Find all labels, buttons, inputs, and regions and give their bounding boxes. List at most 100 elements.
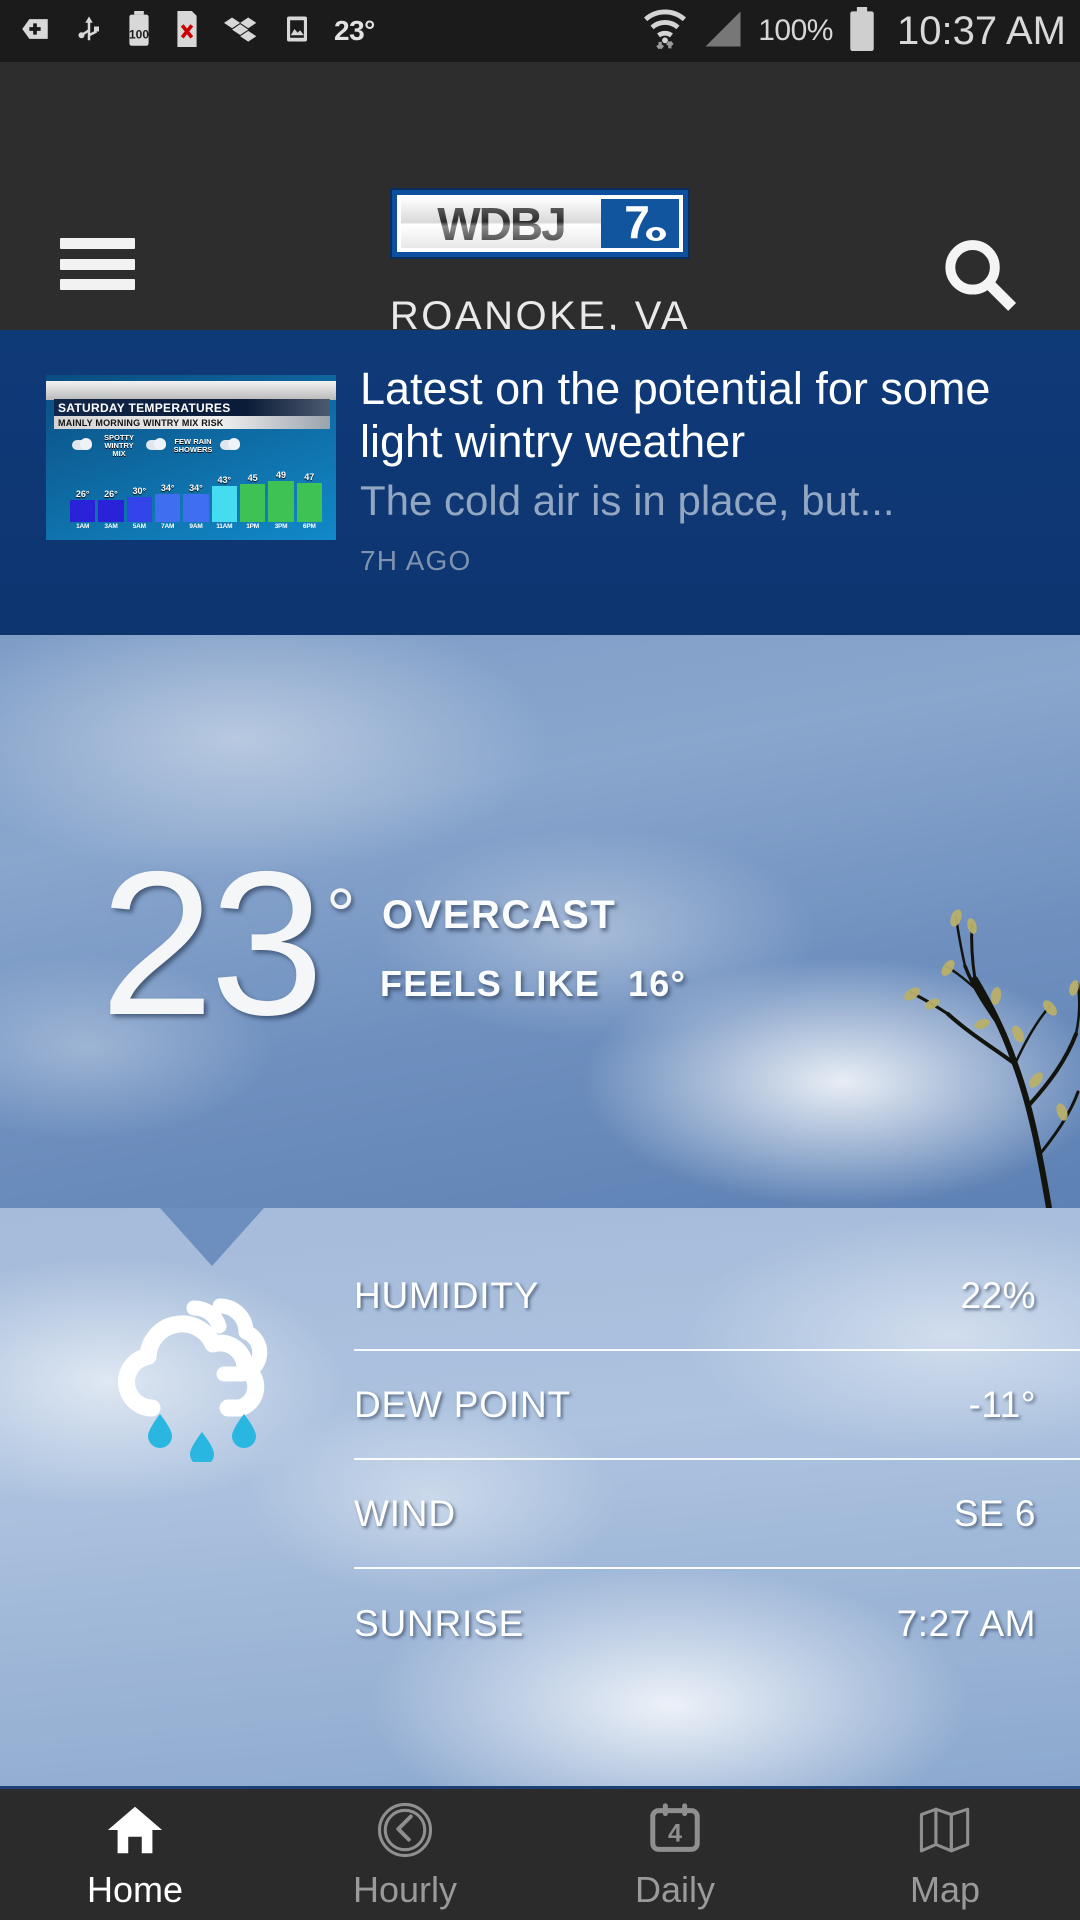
nav-label-map: Map bbox=[909, 1868, 981, 1910]
detail-value: -11° bbox=[968, 1383, 1036, 1425]
dropbox-icon bbox=[222, 12, 260, 51]
status-bar-right-icons: 100% 10:37 AM bbox=[642, 6, 1066, 56]
chart-bar: 45 1PM bbox=[239, 458, 266, 530]
current-condition-label: OVERCAST bbox=[382, 893, 617, 937]
chart-bar: 43° 11AM bbox=[211, 458, 237, 530]
app-header: WDBJ 7 ROANOKE, VA bbox=[0, 62, 1080, 338]
thumbnail-temperature-chart: 26° 1AM 26° 3AM 30° 5AM 34° 7AM 34° 9AM 43° 11AM 45 1… bbox=[70, 458, 322, 530]
status-bar-left-icons: 100 23° bbox=[18, 10, 642, 52]
chart-bar-rect bbox=[268, 481, 294, 522]
screenshot-icon bbox=[282, 12, 312, 51]
chart-bar-label: 3PM bbox=[274, 523, 288, 530]
chart-bar-rect bbox=[239, 484, 266, 522]
chart-bar-value: 49 bbox=[275, 470, 286, 480]
chart-bar-rect bbox=[98, 500, 124, 522]
status-bar: 100 23° 100% 10:37 AM bbox=[0, 0, 1080, 62]
chart-bar-value: 26° bbox=[104, 489, 118, 499]
chart-bar-value: 34° bbox=[160, 483, 175, 493]
news-headline: Latest on the potential for some light w… bbox=[360, 363, 991, 468]
thumbnail-subtitle: MAINLY MORNING WINTRY MIX RISK bbox=[54, 416, 330, 429]
thumbnail-top-band bbox=[46, 381, 336, 400]
wifi-icon bbox=[642, 8, 688, 55]
chart-bar: 34° 9AM bbox=[183, 458, 209, 530]
chart-bar-label: 6PM bbox=[302, 523, 316, 530]
clock-icon bbox=[376, 1799, 434, 1861]
detail-label: SUNRISE bbox=[354, 1602, 525, 1644]
status-bar-temperature: 23° bbox=[334, 15, 375, 46]
chart-bar-value: 47 bbox=[304, 472, 315, 482]
feels-like-label: FEELS LIKE bbox=[380, 963, 601, 1004]
bottom-navigation-bar: Home Hourly 4 Daily Map bbox=[0, 1786, 1080, 1920]
detail-label: DEW POINT bbox=[354, 1383, 571, 1425]
chart-bar: 34° 7AM bbox=[154, 458, 181, 530]
chart-bar-rect bbox=[126, 497, 152, 522]
chart-bar-rect bbox=[154, 494, 181, 522]
news-banner[interactable]: SATURDAY TEMPERATURES MAINLY MORNING WIN… bbox=[0, 330, 1080, 635]
weather-details-card[interactable]: HUMIDITY 22% DEW POINT -11° WIND SE 6 SUNRISE 7… bbox=[0, 1208, 1080, 1786]
nav-item-daily[interactable]: 4 Daily bbox=[540, 1789, 810, 1920]
usb-icon bbox=[74, 12, 104, 51]
news-text-block: Latest on the potential for some light w… bbox=[360, 362, 1056, 577]
wdbj7-logo[interactable]: WDBJ 7 bbox=[392, 190, 688, 257]
feels-like-block: FEELS LIKE 16° bbox=[380, 963, 686, 1005]
thumbnail-title: SATURDAY TEMPERATURES bbox=[54, 399, 330, 416]
detail-value: 22% bbox=[960, 1274, 1036, 1316]
chart-bar-label: 5AM bbox=[132, 523, 146, 530]
status-bar-clock: 10:37 AM bbox=[896, 8, 1066, 53]
detail-row: WIND SE 6 bbox=[354, 1460, 1080, 1569]
detail-value: SE 6 bbox=[953, 1492, 1036, 1534]
chart-bar-label: 11AM bbox=[216, 523, 233, 530]
nav-label-daily: Daily bbox=[634, 1868, 715, 1910]
card-notch-indicator bbox=[160, 1208, 264, 1266]
thumbnail-icon-label-0: SPOTTY WINTRY MIX bbox=[103, 433, 134, 458]
nav-item-map[interactable]: Map bbox=[810, 1789, 1080, 1920]
detail-row: SUNRISE 7:27 AM bbox=[354, 1569, 1080, 1678]
cloudy-rain-icon bbox=[100, 1282, 300, 1466]
chart-bar-label: 7AM bbox=[161, 523, 175, 530]
nav-item-hourly[interactable]: Hourly bbox=[270, 1789, 540, 1920]
detail-label: WIND bbox=[354, 1492, 456, 1534]
chart-bar-rect bbox=[70, 500, 96, 522]
detail-row: HUMIDITY 22% bbox=[354, 1242, 1080, 1351]
cloud-snow-icon bbox=[70, 438, 94, 454]
tree-branches-decoration bbox=[904, 909, 1080, 1208]
chart-bar-rect bbox=[296, 483, 322, 522]
detail-row: DEW POINT -11° bbox=[354, 1351, 1080, 1460]
calendar-icon: 4 bbox=[646, 1799, 704, 1861]
svg-text:100: 100 bbox=[129, 27, 149, 41]
chart-bar: 47 6PM bbox=[296, 458, 322, 530]
battery-percent-label: 100% bbox=[758, 14, 833, 47]
news-description: The cold air is in place, but... bbox=[360, 477, 895, 525]
nav-item-home[interactable]: Home bbox=[0, 1789, 270, 1920]
back-plus-icon bbox=[18, 12, 52, 51]
chart-bar-value: 43° bbox=[217, 475, 232, 485]
current-conditions-hero[interactable]: 23 ° OVERCAST FEELS LIKE 16° bbox=[0, 635, 1080, 1208]
chart-bar-value: 30° bbox=[132, 486, 147, 496]
nav-label-home: Home bbox=[86, 1868, 184, 1910]
chart-bar-rect bbox=[183, 494, 209, 522]
chart-bar-label: 9AM bbox=[189, 523, 203, 530]
detail-label: HUMIDITY bbox=[354, 1274, 540, 1316]
chart-bar-value: 26° bbox=[75, 489, 90, 499]
signal-icon bbox=[702, 9, 744, 54]
chart-bar: 26° 1AM bbox=[70, 458, 96, 530]
map-icon bbox=[916, 1799, 974, 1861]
chart-bar-label: 1AM bbox=[76, 523, 90, 530]
news-thumbnail: SATURDAY TEMPERATURES MAINLY MORNING WIN… bbox=[46, 375, 336, 540]
degree-symbol: ° bbox=[326, 873, 356, 956]
current-temperature-block: 23 ° bbox=[100, 829, 356, 1058]
sd-card-error-icon bbox=[174, 10, 200, 52]
chart-bar-label: 1PM bbox=[246, 523, 260, 530]
thumbnail-icon-label-1: FEW RAIN SHOWERS bbox=[173, 437, 213, 454]
home-icon bbox=[106, 1799, 164, 1861]
nav-label-hourly: Hourly bbox=[352, 1868, 458, 1910]
chart-bar-value: 45 bbox=[247, 473, 258, 483]
detail-value: 7:27 AM bbox=[896, 1602, 1036, 1644]
current-temperature-value: 23 bbox=[100, 829, 324, 1058]
chart-bar: 30° 5AM bbox=[126, 458, 152, 530]
hamburger-menu-icon[interactable] bbox=[60, 238, 135, 290]
app-screen: 100 23° 100% 10:37 AM WDBJ 7 ROANOKE, VA… bbox=[0, 0, 1080, 1920]
battery-icon bbox=[847, 6, 877, 56]
logo-channel-number: 7 bbox=[624, 195, 650, 248]
logo-call-letters: WDBJ bbox=[437, 197, 566, 250]
